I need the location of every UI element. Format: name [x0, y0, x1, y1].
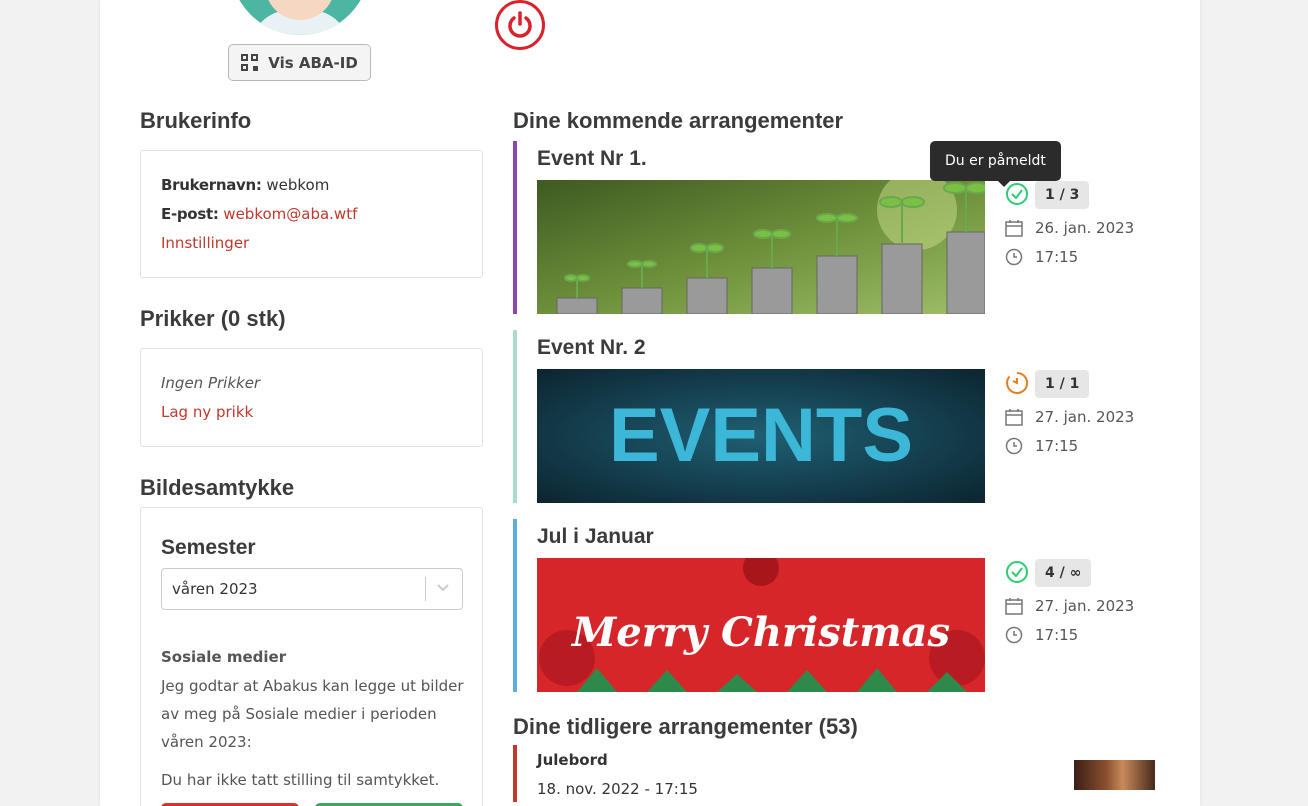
- events-banner-text: EVENTS: [609, 393, 913, 478]
- past-event-row[interactable]: Julebord 18. nov. 2022 - 17:15: [513, 745, 1158, 802]
- registration-count-badge: 4 / ∞: [1035, 559, 1092, 587]
- registered-check-icon: [1006, 561, 1028, 583]
- merry-christmas-image: Merry Christmas: [537, 558, 985, 692]
- event-date: 27. jan. 2023: [1035, 408, 1135, 426]
- event-image[interactable]: [537, 180, 985, 314]
- event-title[interactable]: Event Nr 1.: [537, 147, 647, 171]
- clock-icon: [1005, 626, 1023, 644]
- plants-coins-image: [537, 180, 985, 314]
- profile-page: Vis ABA-ID Brukerinfo Brukernavn: webkom…: [100, 0, 1200, 806]
- registered-tooltip: Du er påmeldt: [930, 141, 1061, 187]
- social-media-consent-text: Jeg godtar at Abakus kan legge ut bilder…: [161, 677, 464, 751]
- event-title[interactable]: Event Nr. 2: [537, 336, 646, 360]
- event-image[interactable]: EVENTS: [537, 369, 985, 503]
- past-event-datetime: 18. nov. 2022 - 17:15: [537, 780, 698, 798]
- event-card[interactable]: Jul i Januar Merry Christmas 4 / ∞ 27. j…: [513, 519, 1163, 692]
- events-banner-image: EVENTS: [537, 369, 985, 503]
- event-time: 17:15: [1035, 626, 1079, 644]
- past-events-heading: Dine tidligere arrangementer (53): [513, 714, 858, 739]
- show-abaid-button[interactable]: Vis ABA-ID: [228, 44, 371, 81]
- semester-heading: Semester: [161, 536, 256, 559]
- username-value: webkom: [266, 176, 330, 194]
- event-date: 26. jan. 2023: [1035, 219, 1135, 237]
- new-penalty-link[interactable]: Lag ny prikk: [161, 403, 253, 421]
- event-meta: 1 / 3 26. jan. 2023 17:15: [1005, 181, 1165, 301]
- chevron-down-icon: [437, 584, 449, 592]
- upcoming-heading: Dine kommende arrangementer: [513, 108, 844, 133]
- username-row: Brukernavn: webkom: [161, 176, 329, 194]
- event-title[interactable]: Jul i Januar: [537, 525, 654, 549]
- christmas-banner-text: Merry Christmas: [570, 609, 950, 656]
- past-event-thumbnail[interactable]: [1074, 760, 1155, 790]
- settings-row: Innstillinger: [161, 234, 249, 252]
- userinfo-card: Brukernavn: webkom E-post: webkom@aba.wt…: [140, 150, 483, 278]
- event-image[interactable]: Merry Christmas: [537, 558, 985, 692]
- registration-count-badge: 1 / 3: [1035, 181, 1090, 209]
- clock-icon: [1005, 437, 1023, 455]
- power-icon: [508, 11, 532, 38]
- photo-consent-heading: Bildesamtykke: [140, 475, 295, 500]
- social-media-heading: Sosiale medier: [161, 648, 287, 666]
- semester-selected-value: våren 2023: [172, 580, 258, 598]
- email-link[interactable]: webkom@aba.wtf: [223, 205, 357, 223]
- registration-count-badge: 1 / 1: [1035, 370, 1090, 398]
- semester-select[interactable]: våren 2023: [161, 568, 463, 610]
- penalties-card: Ingen Prikker Lag ny prikk: [140, 348, 483, 447]
- event-card[interactable]: Event Nr. 2 EVENTS 1 / 1 27. jan. 2023 1…: [513, 330, 1163, 503]
- past-event-title[interactable]: Julebord: [537, 751, 608, 769]
- email-label: E-post:: [161, 205, 219, 223]
- email-row: E-post: webkom@aba.wtf: [161, 205, 357, 223]
- event-date: 27. jan. 2023: [1035, 597, 1135, 615]
- waiting-timer-icon: [1006, 371, 1029, 394]
- event-meta: 4 / ∞ 27. jan. 2023 17:15: [1005, 559, 1165, 679]
- logout-button[interactable]: [495, 0, 545, 50]
- settings-link[interactable]: Innstillinger: [161, 234, 249, 252]
- event-card[interactable]: Event Nr 1. 1 / 3 26. jan. 2023 17:15: [513, 141, 1163, 314]
- username-label: Brukernavn:: [161, 176, 262, 194]
- consent-status-text: Du har ikke tatt stilling til samtykket.: [161, 771, 440, 789]
- user-avatar: [230, 0, 370, 35]
- calendar-icon: [1005, 409, 1023, 426]
- photo-consent-card: Semester våren 2023 Sosiale medier Jeg g…: [140, 507, 483, 806]
- show-abaid-label: Vis ABA-ID: [268, 53, 358, 72]
- event-meta: 1 / 1 27. jan. 2023 17:15: [1005, 370, 1165, 490]
- no-penalties-text: Ingen Prikker: [161, 374, 261, 392]
- userinfo-heading: Brukerinfo: [140, 108, 252, 133]
- event-time: 17:15: [1035, 248, 1079, 266]
- event-time: 17:15: [1035, 437, 1079, 455]
- select-divider: [425, 577, 426, 601]
- calendar-icon: [1005, 598, 1023, 615]
- qr-code-icon: [241, 54, 259, 71]
- penalties-heading: Prikker (0 stk): [140, 306, 286, 331]
- clock-icon: [1005, 248, 1023, 266]
- calendar-icon: [1005, 220, 1023, 237]
